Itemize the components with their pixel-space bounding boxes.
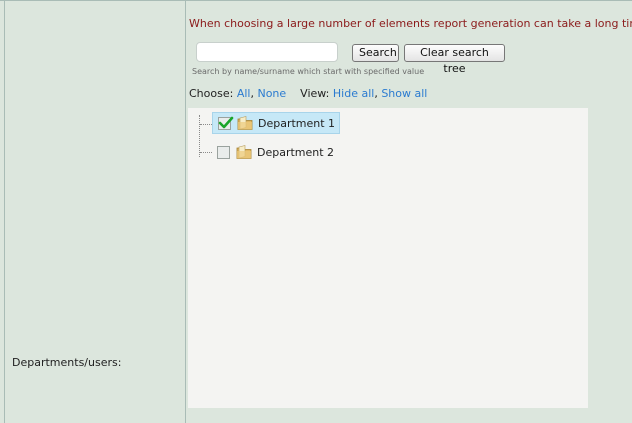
left-border bbox=[4, 0, 5, 423]
folder-icon bbox=[237, 116, 253, 130]
tree-checkbox-department-1[interactable] bbox=[218, 116, 234, 130]
folder-icon bbox=[236, 145, 252, 159]
department-tree: Department 1 Department 2 bbox=[188, 108, 588, 408]
choose-all-link[interactable]: All bbox=[237, 87, 251, 100]
tree-node-label: Department 2 bbox=[257, 145, 335, 159]
tree-connector-2 bbox=[200, 152, 212, 153]
view-separator: , bbox=[374, 87, 378, 100]
choose-label: Choose: bbox=[189, 87, 234, 100]
clear-search-tree-button[interactable]: Clear search tree bbox=[404, 44, 505, 75]
column-divider bbox=[185, 0, 186, 423]
search-input[interactable] bbox=[196, 42, 338, 62]
search-button[interactable]: Search bbox=[352, 44, 399, 62]
tree-connector-vertical bbox=[199, 115, 200, 157]
tree-connector-1 bbox=[200, 124, 212, 125]
top-border bbox=[0, 0, 632, 1]
choose-separator: , bbox=[250, 87, 254, 100]
departments-users-label: Departments/users: bbox=[12, 356, 122, 369]
tree-node-label: Department 1 bbox=[258, 116, 336, 130]
search-hint: Search by name/surname which start with … bbox=[192, 67, 425, 76]
choose-view-row: Choose: All, None View: Hide all, Show a… bbox=[189, 87, 427, 100]
report-warning-text: When choosing a large number of elements… bbox=[189, 17, 632, 30]
view-label: View: bbox=[300, 87, 330, 100]
choose-none-link[interactable]: None bbox=[257, 87, 286, 100]
checkmark-icon bbox=[218, 116, 234, 128]
tree-node-department-1[interactable]: Department 1 bbox=[212, 112, 341, 134]
tree-checkbox-department-2[interactable] bbox=[217, 145, 230, 159]
tree-node-department-2[interactable]: Department 2 bbox=[212, 141, 338, 163]
show-all-link[interactable]: Show all bbox=[381, 87, 427, 100]
hide-all-link[interactable]: Hide all bbox=[333, 87, 374, 100]
